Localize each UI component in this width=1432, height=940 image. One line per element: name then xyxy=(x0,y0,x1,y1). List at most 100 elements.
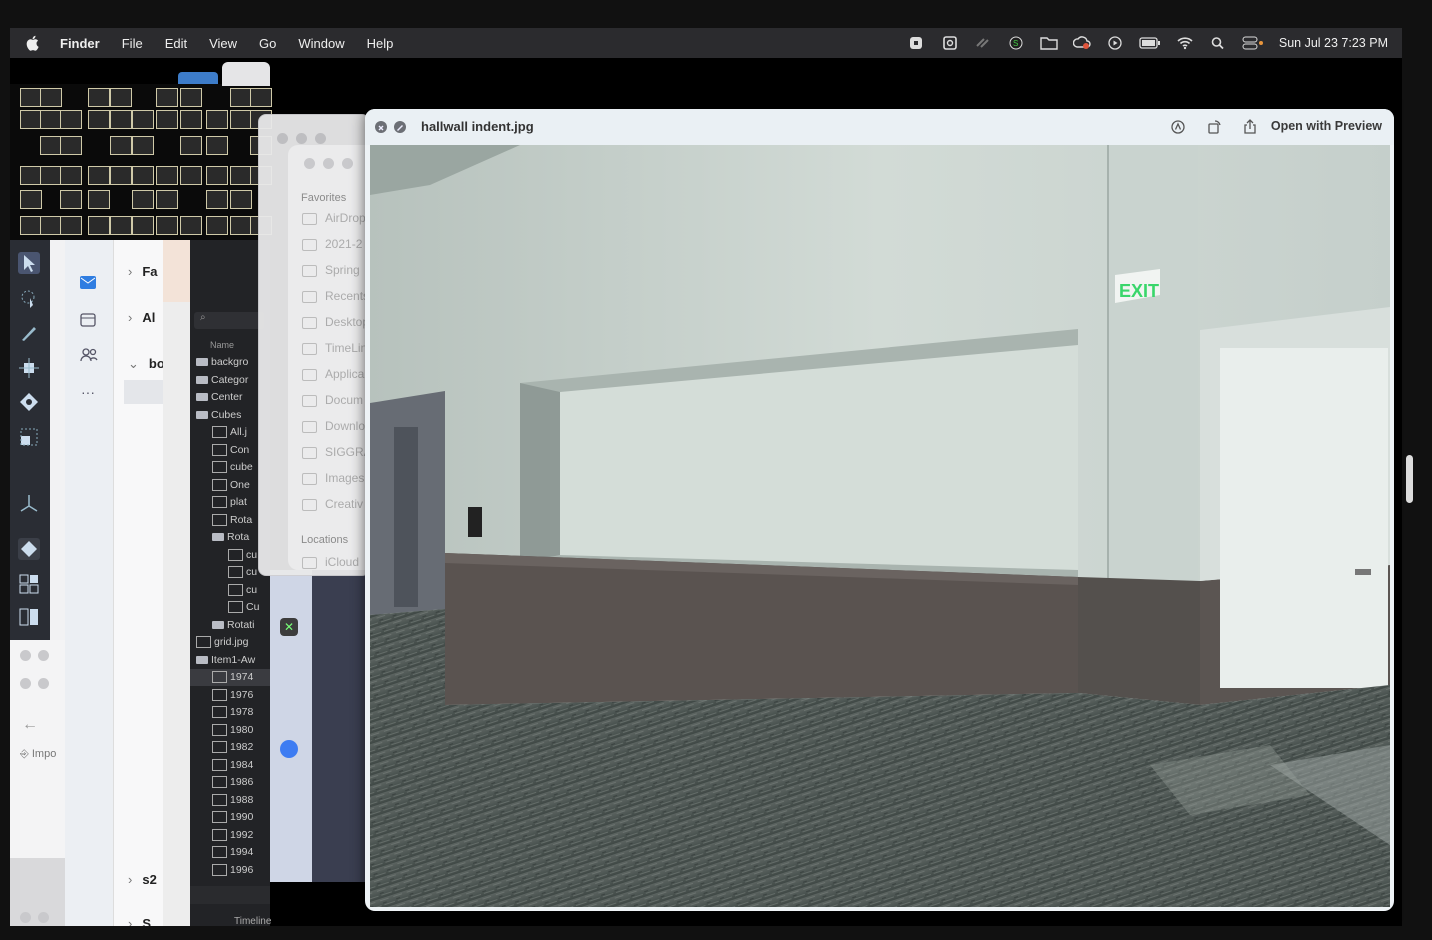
close-dot[interactable] xyxy=(304,158,315,169)
sidebar-item-favorite[interactable]: Creativ xyxy=(302,497,363,511)
battery-icon[interactable] xyxy=(1139,36,1161,50)
apple-icon[interactable] xyxy=(26,35,40,51)
grid-thumbnail xyxy=(132,190,154,209)
sync-icon[interactable] xyxy=(974,36,992,50)
menu-help[interactable]: Help xyxy=(367,36,394,51)
cloud-icon[interactable] xyxy=(1072,36,1091,50)
app-icon[interactable]: ✕ xyxy=(280,618,298,636)
sidebar-item-favorite[interactable]: SIGGRA xyxy=(302,445,372,459)
sidebar-item-favorite[interactable]: AirDrop xyxy=(302,211,366,225)
file-row[interactable]: Item1-Aw xyxy=(190,652,276,669)
chevron-right-icon: › xyxy=(128,310,133,325)
minimize-dot[interactable] xyxy=(296,133,307,144)
more-icon[interactable]: ··· xyxy=(81,384,95,400)
import-label[interactable]: ⎆ Impo xyxy=(20,748,56,761)
grammarly-icon[interactable]: S xyxy=(1007,36,1025,50)
sidebar-item-favorite[interactable]: Recents xyxy=(302,289,369,303)
sidebar-item-favorite[interactable]: TimeLin xyxy=(302,341,367,355)
close-dot[interactable] xyxy=(277,133,288,144)
sidebar-item-favorite[interactable]: Images xyxy=(302,471,364,485)
search-icon[interactable] xyxy=(1209,36,1227,50)
play-icon[interactable] xyxy=(1106,36,1124,50)
control-center-icon[interactable] xyxy=(1242,36,1264,50)
bottom-edge xyxy=(10,926,1404,940)
preview-image: EXIT xyxy=(370,145,1390,907)
sidebar-item-icloud[interactable]: iCloud xyxy=(302,555,359,569)
move-tool-icon[interactable] xyxy=(18,357,40,379)
cloud-icon xyxy=(302,556,317,569)
menu-go[interactable]: Go xyxy=(259,36,276,51)
grid-thumbnail xyxy=(110,216,132,235)
grid-tool-icon[interactable] xyxy=(18,573,40,595)
fullscreen-button[interactable] xyxy=(394,121,406,133)
sidebar-item-favorite[interactable]: Spring xyxy=(302,263,360,277)
mail-row[interactable]: ⌄ bo xyxy=(128,356,165,372)
zoom-dot[interactable] xyxy=(342,158,353,169)
accent-strip xyxy=(163,240,190,302)
sidebar-item-favorite[interactable]: Desktop xyxy=(302,315,369,329)
grid-thumbnail xyxy=(206,216,228,235)
close-button[interactable] xyxy=(375,121,387,133)
sidebar-item-favorite[interactable]: Docum xyxy=(302,393,363,407)
rotate-icon[interactable] xyxy=(1206,119,1222,135)
mail-row[interactable]: › Al xyxy=(128,310,155,325)
safari-icon[interactable] xyxy=(280,740,298,758)
menu-edit[interactable]: Edit xyxy=(165,36,187,51)
menu-view[interactable]: View xyxy=(209,36,237,51)
minimize-dot[interactable] xyxy=(38,650,49,661)
minimize-dot[interactable] xyxy=(38,912,49,923)
back-arrow-icon[interactable]: ← xyxy=(22,716,38,734)
close-dot[interactable] xyxy=(20,678,31,689)
open-with-preview-button[interactable]: Open with Preview xyxy=(1271,119,1382,133)
sidebar-item-favorite[interactable]: Applica xyxy=(302,367,364,381)
background-app-window: ✕ xyxy=(270,570,365,882)
window-tab xyxy=(222,62,270,86)
column-header[interactable]: Name xyxy=(210,340,234,350)
brush-tool-icon[interactable] xyxy=(18,322,40,344)
image-icon xyxy=(212,723,227,736)
menu-file[interactable]: File xyxy=(122,36,143,51)
sidebar-item-favorite[interactable]: Downlo xyxy=(302,419,365,433)
outlook-icon[interactable] xyxy=(941,36,959,50)
minimize-dot[interactable] xyxy=(323,158,334,169)
rotate-tool-icon[interactable] xyxy=(18,391,40,413)
menu-window[interactable]: Window xyxy=(298,36,344,51)
transform-tool-icon[interactable] xyxy=(18,492,40,514)
calendar-icon[interactable] xyxy=(80,312,96,327)
close-dot[interactable] xyxy=(20,912,31,923)
mail-icon[interactable] xyxy=(80,276,96,289)
people-icon[interactable] xyxy=(80,348,98,362)
wifi-icon[interactable] xyxy=(1176,36,1194,50)
mail-row[interactable]: › Fa xyxy=(128,264,158,279)
sidebar-item-favorite[interactable]: 2021-2 xyxy=(302,237,362,251)
grid-thumbnail xyxy=(206,166,228,185)
share-icon[interactable] xyxy=(1242,119,1258,135)
folder-icon[interactable] xyxy=(1040,36,1058,50)
select-tool-icon[interactable] xyxy=(18,252,40,274)
grid-thumbnail xyxy=(20,110,42,129)
menu-app-name[interactable]: Finder xyxy=(60,36,100,51)
grid-thumbnail xyxy=(132,110,154,129)
scale-tool-icon[interactable] xyxy=(18,426,40,448)
split-tool-icon[interactable] xyxy=(18,606,40,628)
grid-thumbnail xyxy=(110,166,132,185)
grid-thumbnail xyxy=(110,110,132,129)
snap-tool-icon[interactable] xyxy=(18,538,40,560)
menu-clock[interactable]: Sun Jul 23 7:23 PM xyxy=(1279,36,1388,50)
scrollbar-thumb[interactable] xyxy=(1406,455,1413,503)
file-search-input[interactable]: ⌕ xyxy=(194,312,264,329)
svg-text:S: S xyxy=(1013,39,1018,48)
selected-mailbox[interactable] xyxy=(124,380,164,404)
lasso-tool-icon[interactable] xyxy=(18,288,40,310)
grid-thumbnail xyxy=(20,190,42,209)
tool-palette xyxy=(10,240,50,640)
mail-row[interactable]: › s2 xyxy=(128,872,157,887)
markup-icon[interactable] xyxy=(1170,119,1186,135)
zoom-dot[interactable] xyxy=(315,133,326,144)
minimize-dot[interactable] xyxy=(38,678,49,689)
stack-icon[interactable] xyxy=(908,36,926,50)
file-row[interactable]: grid.jpg xyxy=(190,634,276,651)
expand-icon xyxy=(397,125,403,131)
thumbnail-grid xyxy=(10,84,272,242)
close-dot[interactable] xyxy=(20,650,31,661)
